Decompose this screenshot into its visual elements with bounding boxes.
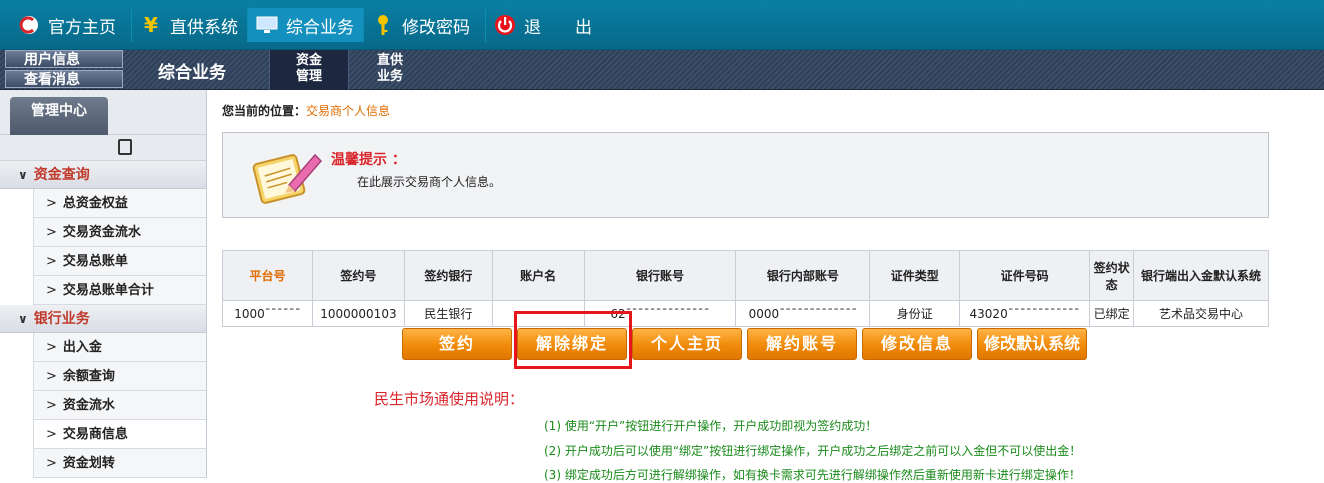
sidebar-item-fund-flow[interactable]: > 交易资金流水 — [33, 218, 206, 247]
cell-platform-no: 1000¯¯¯¯¯¯ — [222, 300, 313, 327]
breadcrumb: 您当前的位置：交易商个人信息 — [222, 104, 391, 118]
notes-title: 民生市场通使用说明： — [374, 390, 525, 408]
sidebar-toolbar — [0, 135, 206, 161]
sign-button[interactable]: 签约 — [402, 328, 512, 360]
col-contract-no: 签约号 — [311, 250, 405, 301]
notepad-pencil-icon — [252, 153, 323, 204]
view-messages-button[interactable]: 查看消息 — [5, 70, 123, 88]
edit-default-system-button[interactable]: 修改默认系统 — [977, 328, 1087, 360]
chevron-right-icon: > — [46, 456, 57, 471]
user-info-button[interactable]: 用户信息 — [5, 50, 123, 68]
chevron-down-icon: ∨ — [18, 168, 28, 182]
nav-integrated-business[interactable]: 综合业务 — [248, 8, 364, 42]
col-default-system: 银行端出入金默认系统 — [1133, 250, 1269, 301]
sidebar-group-bank-business[interactable]: ∨ 银行业务 — [0, 305, 206, 333]
nav-logout[interactable]: 退 出 — [486, 8, 606, 42]
nav-change-password[interactable]: 修改密码 — [364, 8, 486, 42]
section-title: 综合业务 — [158, 63, 226, 83]
nav-direct-supply[interactable]: ¥ 直供系统 — [132, 8, 248, 42]
chevron-right-icon: > — [46, 283, 57, 298]
trader-info-table: 平台号 签约号 签约银行 账户名 银行账号 银行内部账号 证件类型 证件号码 签… — [222, 250, 1269, 327]
sidebar: 管理中心 ∨ 资金查询 > 总资金权益 > 交易资金流水 > 交易总账单 > 交易总账单合… — [0, 90, 207, 478]
sidebar-item-total-bill[interactable]: > 交易总账单 — [33, 247, 206, 276]
note-line: (3) 绑定成功后方可进行解绑操作，如有换卡需求可先进行解绑操作然后重新使用新卡… — [544, 468, 1081, 482]
note-line: (2) 开户成功后可以使用“绑定”按钮进行绑定操作，开户成功之后绑定之前可以入金… — [544, 444, 1082, 458]
cell-id-type: 身份证 — [869, 300, 961, 327]
highlight-box — [514, 311, 632, 369]
sidebar-item-fund-transfer[interactable]: > 资金划转 — [33, 449, 206, 478]
breadcrumb-current[interactable]: 交易商个人信息 — [306, 104, 390, 118]
chevron-right-icon: > — [46, 340, 57, 355]
sidebar-item-total-equity[interactable]: > 总资金权益 — [33, 189, 206, 218]
sidebar-header: 管理中心 — [0, 90, 206, 135]
tip-title: 温馨提示 ： — [331, 152, 406, 168]
cell-contract-status: 已绑定 — [1089, 300, 1135, 327]
tab-direct-business[interactable]: 直供 业务 — [350, 50, 430, 90]
sidebar-item-deposit-withdraw[interactable]: > 出入金 — [33, 333, 206, 362]
sidebar-item-cash-flow[interactable]: > 资金流水 — [33, 391, 206, 420]
key-icon — [372, 14, 394, 36]
col-id-type: 证件类型 — [869, 250, 961, 301]
chevron-right-icon: > — [46, 225, 57, 240]
col-bank-account: 银行账号 — [583, 250, 737, 301]
monitor-icon — [256, 14, 278, 36]
refresh-doc-icon[interactable] — [118, 139, 132, 155]
cell-contract-no: 1000000103 — [311, 300, 405, 327]
col-contract-bank: 签约银行 — [403, 250, 493, 301]
table-row[interactable]: 1000¯¯¯¯¯¯ 1000000103 民生银行 62¯¯¯¯¯¯¯¯¯¯¯… — [222, 300, 1269, 327]
home-logo-icon — [18, 14, 40, 36]
personal-home-button[interactable]: 个人主页 — [632, 328, 742, 360]
chevron-down-icon: ∨ — [18, 312, 28, 326]
sidebar-item-trader-info[interactable]: > 交易商信息 — [33, 420, 206, 449]
yen-icon: ¥ — [144, 13, 158, 37]
chevron-right-icon: > — [46, 369, 57, 384]
main-content: 您当前的位置：交易商个人信息 温馨提示 ： 在此展示交易商个人信息。 平台号 签… — [208, 90, 1324, 482]
col-platform-no: 平台号 — [222, 250, 313, 301]
tip-text: 在此展示交易商个人信息。 — [357, 175, 502, 189]
sub-bar: 用户信息 查看消息 综合业务 资金 管理 直供 业务 — [0, 50, 1324, 90]
cell-contract-bank: 民生银行 — [403, 300, 493, 327]
edit-info-button[interactable]: 修改信息 — [862, 328, 972, 360]
cell-id-number: 43020¯¯¯¯¯¯¯¯¯¯¯¯ — [959, 300, 1091, 327]
chevron-right-icon: > — [46, 254, 57, 269]
chevron-right-icon: > — [46, 398, 57, 413]
power-icon — [494, 14, 516, 36]
top-nav: 官方主页 ¥ 直供系统 综合业务 修改密码 退 出 — [0, 0, 1324, 50]
cell-default-system: 艺术品交易中心 — [1133, 300, 1269, 327]
management-center-tab[interactable]: 管理中心 — [10, 97, 108, 135]
sidebar-item-total-bill-sum[interactable]: > 交易总账单合计 — [33, 276, 206, 305]
col-account-name: 账户名 — [491, 250, 585, 301]
tip-panel: 温馨提示 ： 在此展示交易商个人信息。 — [222, 132, 1269, 218]
table-header-row: 平台号 签约号 签约银行 账户名 银行账号 银行内部账号 证件类型 证件号码 签… — [222, 250, 1269, 301]
cancel-account-button[interactable]: 解约账号 — [747, 328, 857, 360]
tab-fund-management[interactable]: 资金 管理 — [269, 50, 349, 90]
col-id-number: 证件号码 — [959, 250, 1091, 301]
nav-home[interactable]: 官方主页 — [10, 8, 132, 42]
col-contract-status: 签约状态 — [1089, 250, 1135, 301]
cell-bank-internal-account: 0000¯¯¯¯¯¯¯¯¯¯¯¯¯ — [735, 300, 871, 327]
sidebar-group-fund-query[interactable]: ∨ 资金查询 — [0, 161, 206, 189]
chevron-right-icon: > — [46, 196, 57, 211]
col-bank-internal-account: 银行内部账号 — [735, 250, 871, 301]
chevron-right-icon: > — [46, 427, 57, 442]
note-line: (1) 使用“开户”按钮进行开户操作，开户成功即视为签约成功！ — [544, 419, 878, 433]
sidebar-item-balance-query[interactable]: > 余额查询 — [33, 362, 206, 391]
